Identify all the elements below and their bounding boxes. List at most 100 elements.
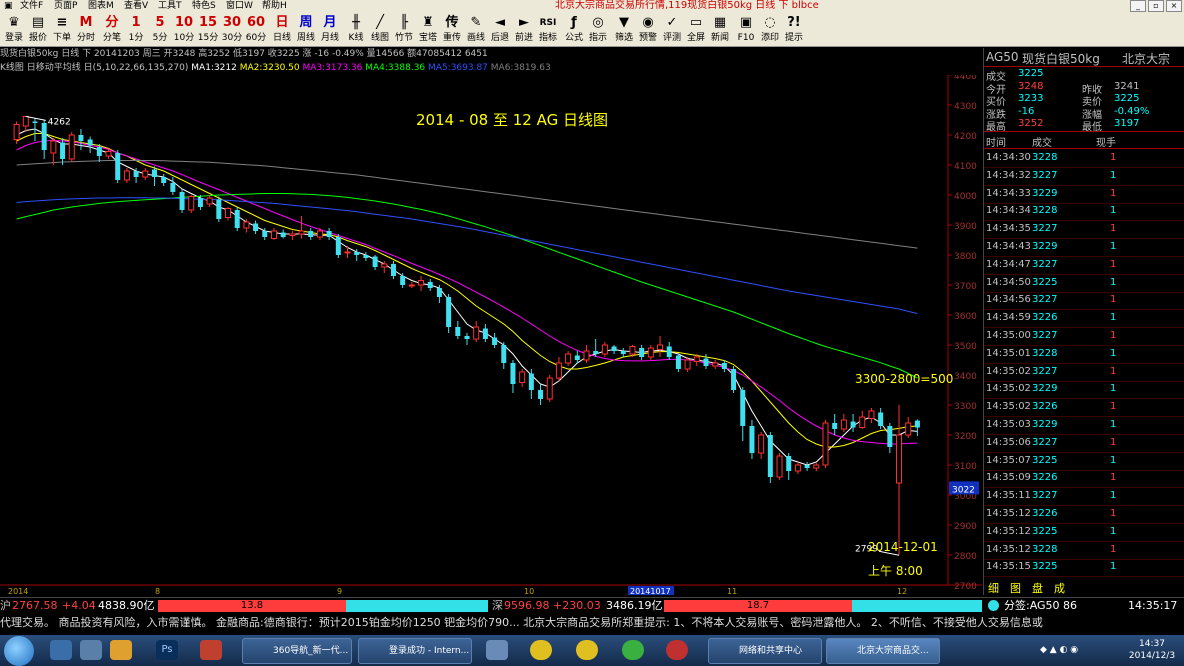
toolbar-button-新闻[interactable]: ▦ 新闻 <box>708 14 732 44</box>
week-icon: 周 <box>299 15 313 30</box>
refresh-icon: ◌ <box>764 15 776 30</box>
360-icon[interactable] <box>622 640 644 660</box>
sh-bar-cyan <box>346 600 488 612</box>
tick-time: 14:35:02 <box>986 401 1031 413</box>
toolbar-button-60分[interactable]: 60 60分 <box>244 14 268 44</box>
restore-icon[interactable]: ▫ <box>1148 0 1164 12</box>
y-tick-label: 2900 <box>954 522 977 532</box>
minimize-icon[interactable]: _ <box>1130 0 1146 12</box>
toolbar-button-分笔[interactable]: 分分笔 <box>100 14 124 44</box>
tick-volume: 1 <box>1110 490 1117 502</box>
toolbar-button-5分[interactable]: 5 5分 <box>148 14 172 44</box>
panel-tab-0[interactable]: 细 <box>988 580 999 596</box>
menu-tools[interactable]: 工具T <box>158 0 182 12</box>
toolbar-button-后退[interactable]: ◄ 后退 <box>488 14 512 44</box>
candle-body <box>390 264 396 276</box>
toolbar-button-label: 下单 <box>52 33 71 43</box>
tick-row-divider <box>984 256 1184 257</box>
toolbar-button-日线[interactable]: 日日线 <box>270 14 294 44</box>
toolbar-button-筛选[interactable]: ▼ 筛选 <box>612 14 636 44</box>
kline-chart[interactable]: 4400 4300 4200 4100 4000 3900 3800 3700 3600 3500… <box>0 75 982 595</box>
y-tick-label: 3200 <box>954 432 977 442</box>
candle-body <box>418 280 425 286</box>
candle-body <box>22 115 29 127</box>
tick-volume: 1 <box>1110 276 1117 288</box>
candle-body <box>786 456 792 471</box>
quote-value: 3252 <box>1018 118 1044 129</box>
menu-view[interactable]: 查看V <box>124 0 148 12</box>
panel-tab-3[interactable]: 成 <box>1054 580 1065 596</box>
photoshop-icon[interactable]: Ps <box>156 640 178 660</box>
toolbar-button-登录[interactable]: ♛ 登录 <box>2 14 26 44</box>
task-ie[interactable]: 登录成功 - Intern... <box>358 638 472 664</box>
menu-special[interactable]: 特色S <box>192 0 216 12</box>
tick-row: 14:35:02 3229 1 <box>984 383 1184 399</box>
toolbar-button-下单[interactable]: ≡ 下单 <box>50 14 74 44</box>
candle-body <box>896 434 903 484</box>
tick-price: 3226 <box>1032 312 1058 324</box>
toolbar-button-公式[interactable]: ƒ 公式 <box>562 14 586 44</box>
tick-row-divider <box>984 523 1184 524</box>
quote-value: 3241 <box>1114 80 1140 92</box>
toolbar-button-预警[interactable]: ◉ 预警 <box>636 14 660 44</box>
toolbar-button-评测[interactable]: ✓ 评测 <box>660 14 684 44</box>
chart-title: 2014 - 08 至 12 AG 日线图 <box>416 111 608 129</box>
toolbar-button-提示[interactable]: ?! 提示 <box>782 14 806 44</box>
menu-help[interactable]: 帮助H <box>262 0 287 12</box>
app-icon[interactable] <box>200 640 222 660</box>
menu-window[interactable]: 窗口W <box>226 0 253 12</box>
quote-icon: ▤ <box>31 15 45 30</box>
app-icon[interactable] <box>666 640 688 660</box>
task-360-browser[interactable]: 360导航_新一代... <box>242 638 352 664</box>
y-tick-label: 4300 <box>954 102 977 112</box>
toolbar-button-15分[interactable]: 15 15分 <box>196 14 220 44</box>
toolbar-button-添印[interactable]: ◌ 添印 <box>758 14 782 44</box>
toolbar-button-重传[interactable]: 传重传 <box>440 14 464 44</box>
toolbar-button-宝塔[interactable]: ♜ 宝塔 <box>416 14 440 44</box>
tick-price: 3227 <box>1032 436 1058 448</box>
toolbar-button-分时[interactable]: M 分时 <box>74 14 98 44</box>
toolbar-button-F10[interactable]: ▣ F10 <box>734 14 758 44</box>
candle-body <box>87 139 93 146</box>
tick-time: 14:35:02 <box>986 365 1031 377</box>
test-icon: ✓ <box>666 15 678 30</box>
toolbar-button-10分[interactable]: 10 10分 <box>172 14 196 44</box>
quicklaunch-icon[interactable] <box>50 640 72 660</box>
toolbar-button-label: 分笔 <box>102 33 121 43</box>
panel-tab-2[interactable]: 盘 <box>1032 580 1043 596</box>
toolbar-button-线图[interactable]: ╱ 线图 <box>368 14 392 44</box>
task-network[interactable]: 网络和共享中心 <box>708 638 822 664</box>
qq-icon[interactable] <box>530 640 552 660</box>
menu-chart[interactable]: 图表M <box>88 0 114 12</box>
quicklaunch-icon[interactable] <box>80 640 102 660</box>
panel-tab-1[interactable]: 图 <box>1010 580 1021 596</box>
menu-page[interactable]: 页面P <box>54 0 77 12</box>
toolbar-button-K线[interactable]: ╫ K线 <box>344 14 368 44</box>
toolbar-button-30分[interactable]: 30 30分 <box>220 14 244 44</box>
tick-volume: 1 <box>1110 223 1117 235</box>
toolbar-button-指标[interactable]: RSI 指标 <box>536 14 560 44</box>
folder-icon[interactable] <box>110 640 132 660</box>
task-trading-app[interactable]: 北京大宗商品交... <box>826 638 940 664</box>
toolbar-button-1分[interactable]: 1 1分 <box>124 14 148 44</box>
toolbar-button-前进[interactable]: ► 前进 <box>512 14 536 44</box>
toolbar-button-报价[interactable]: ▤ 报价 <box>26 14 50 44</box>
tray-icons[interactable]: ◆ ▲ ◐ ◉ <box>1040 645 1078 655</box>
clock[interactable]: 14:37 2014/12/3 <box>1124 638 1180 662</box>
toolbar-button-周线[interactable]: 周周线 <box>294 14 318 44</box>
qq-icon[interactable] <box>576 640 598 660</box>
toolbar-button-label: 前进 <box>514 33 533 43</box>
tick-volume: 1 <box>1110 401 1117 413</box>
toolbar-button-指示[interactable]: ◎ 指示 <box>586 14 610 44</box>
period-icon: 5 <box>155 15 165 30</box>
menu-file[interactable]: 文件F <box>20 0 43 12</box>
close-icon[interactable]: × <box>1166 0 1182 12</box>
toolbar-button-竹节[interactable]: ╟ 竹节 <box>392 14 416 44</box>
toolbar-button-全屏[interactable]: ▭ 全屏 <box>684 14 708 44</box>
toolbar-button-月线[interactable]: 月月线 <box>318 14 342 44</box>
tick-row: 14:35:01 3228 1 <box>984 348 1184 364</box>
toolbar-button-画线[interactable]: ✎ 画线 <box>464 14 488 44</box>
start-button[interactable] <box>4 636 34 666</box>
tick-row-divider <box>984 167 1184 168</box>
outlook-icon[interactable] <box>486 640 508 660</box>
